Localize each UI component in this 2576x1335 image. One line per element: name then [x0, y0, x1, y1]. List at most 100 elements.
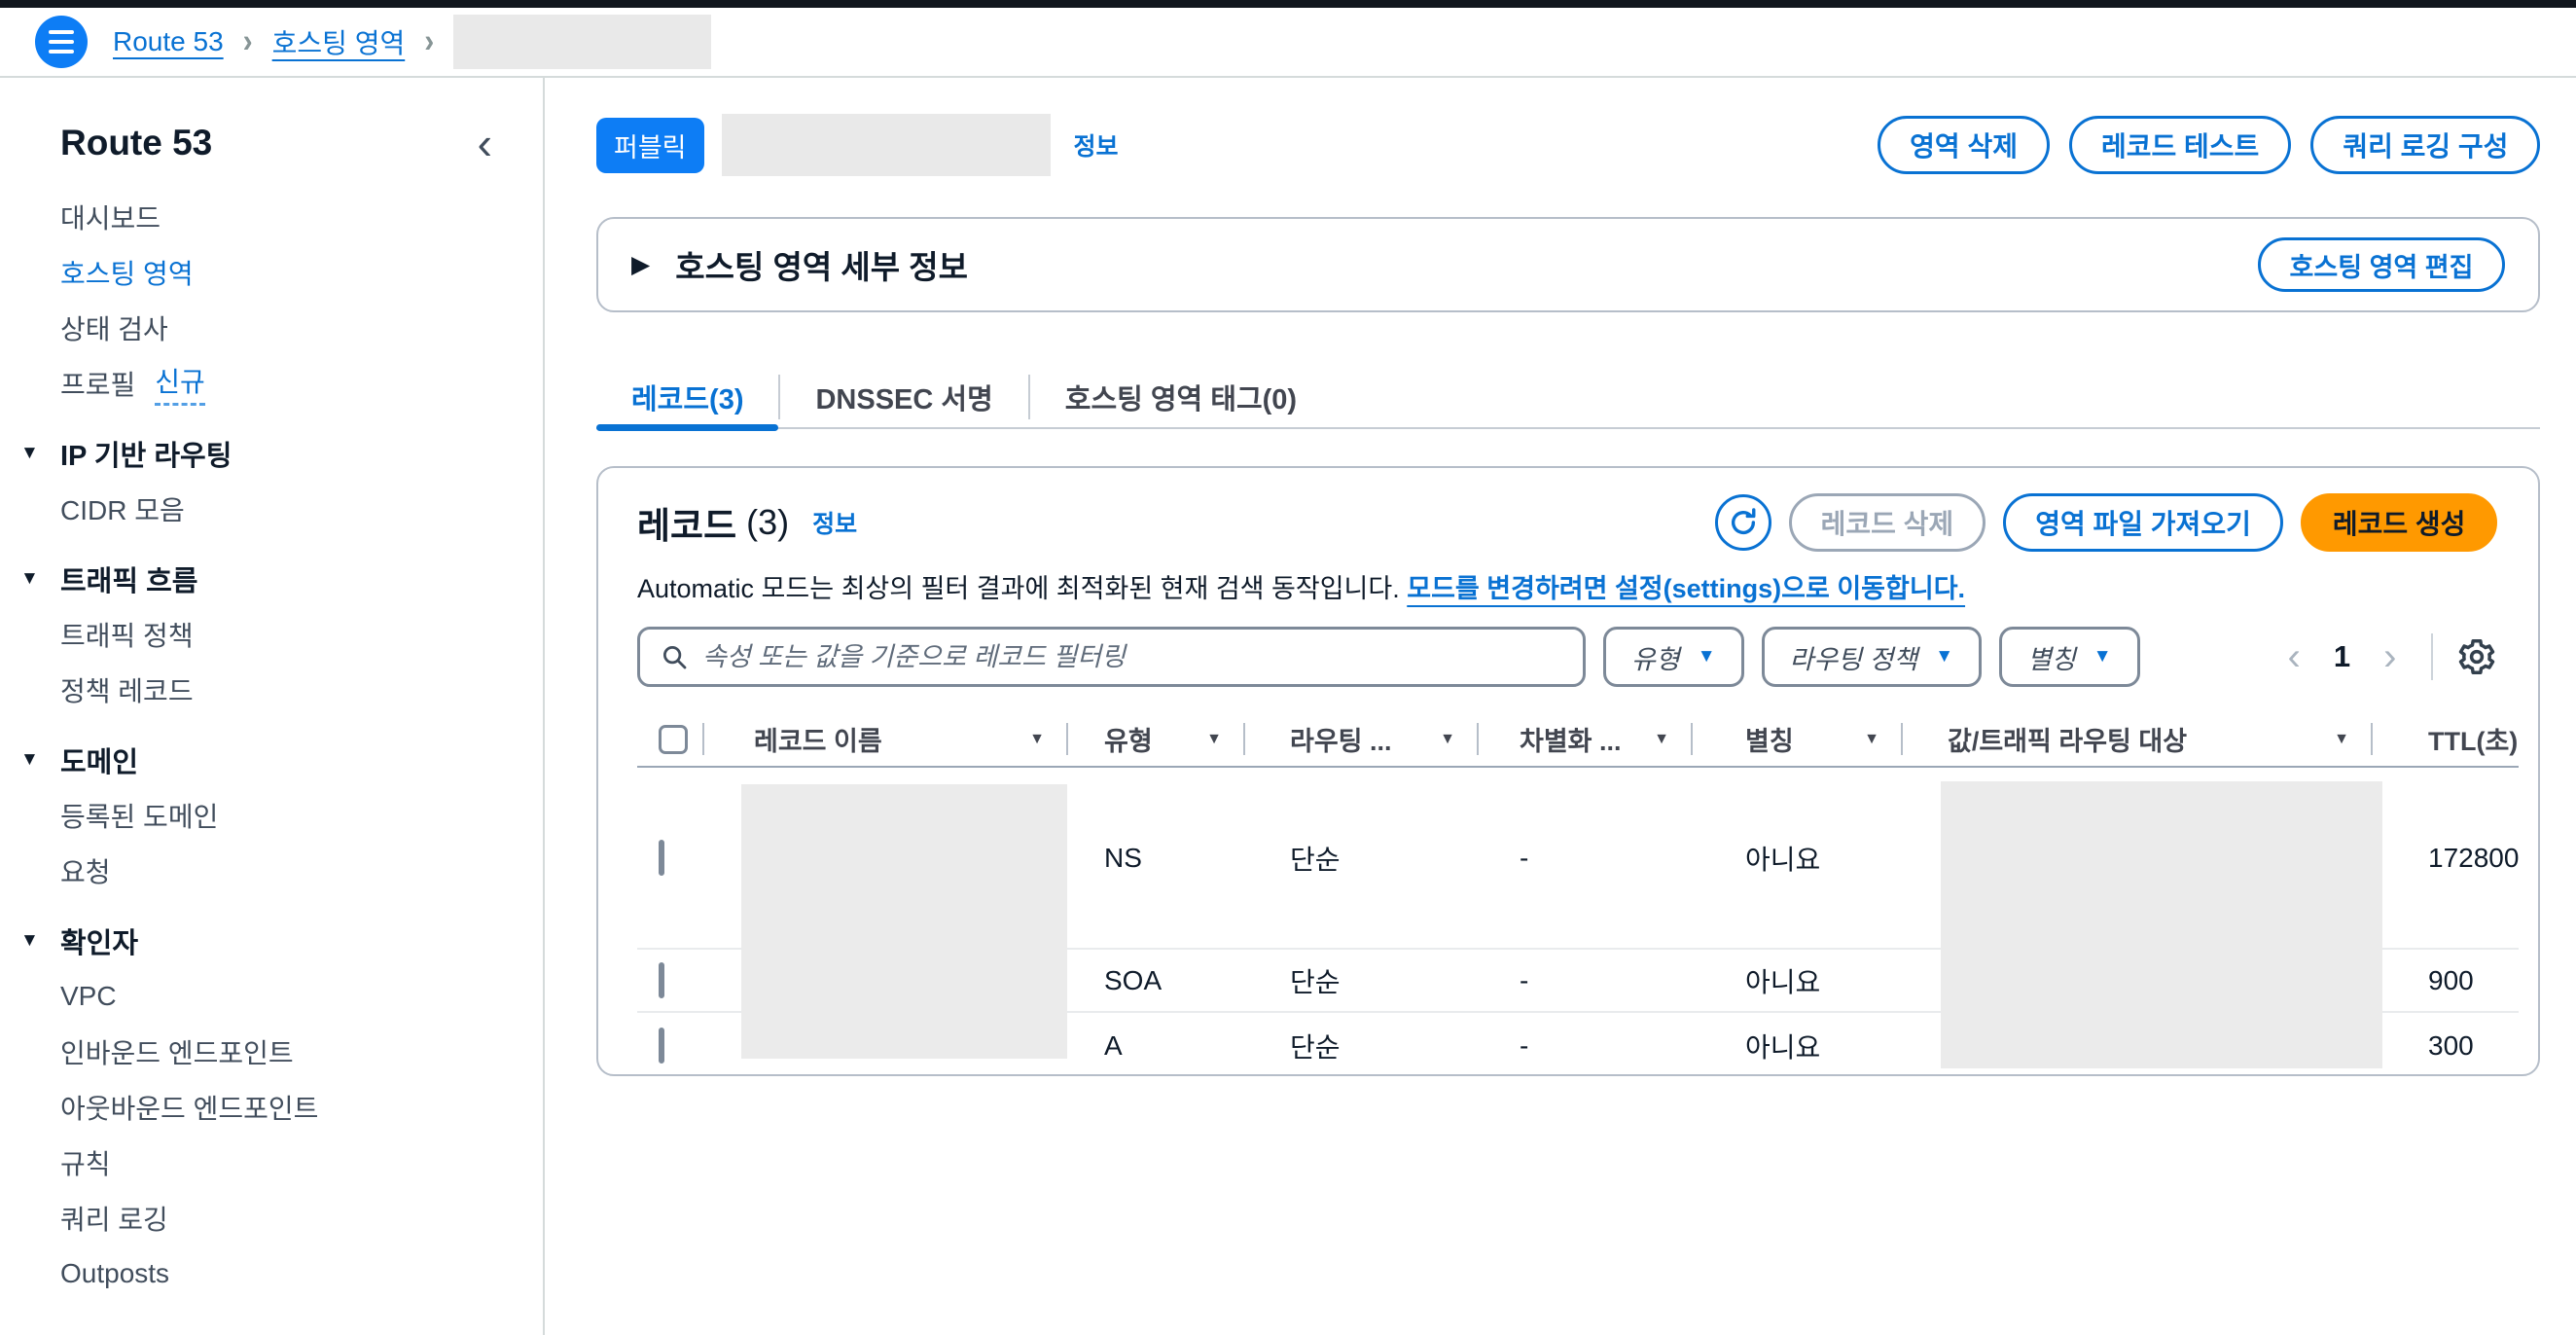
column-header-record-name[interactable]: 레코드 이름 ▼	[704, 712, 1068, 766]
select-all-checkbox[interactable]	[659, 725, 688, 754]
sidebar-item-requests[interactable]: 요청	[60, 843, 543, 898]
sidebar-item-outbound-endpoints[interactable]: 아웃바운드 엔드포인트	[60, 1079, 543, 1135]
sidebar-section-traffic-flow[interactable]: ▼ 트래픽 흐름	[60, 551, 543, 606]
sidebar-section-label: 트래픽 흐름	[60, 559, 197, 599]
sidebar-item-hosted-zones[interactable]: 호스팅 영역	[60, 244, 543, 300]
record-search-box	[637, 627, 1586, 687]
expand-triangle-icon[interactable]: ▶	[631, 250, 650, 279]
column-label: TTL(초)	[2428, 720, 2518, 758]
sidebar-item-outposts[interactable]: Outposts	[60, 1245, 543, 1301]
tab-records[interactable]: 레코드(3)	[596, 367, 778, 427]
column-label: 레코드 이름	[754, 720, 882, 758]
refresh-icon	[1727, 506, 1760, 539]
sidebar-collapse-icon[interactable]: ‹	[478, 121, 492, 165]
console-top-bar	[0, 0, 2576, 8]
sort-icon: ▼	[1029, 731, 1045, 748]
sidebar-item-traffic-policies[interactable]: 트래픽 정책	[60, 606, 543, 662]
sidebar-item-health-checks[interactable]: 상태 검사	[60, 300, 543, 355]
column-header-routing[interactable]: 라우팅 ... ▼	[1245, 712, 1479, 766]
sidebar: Route 53 ‹ 대시보드 호스팅 영역 상태 검사 프로필 신규 ▼ IP…	[0, 78, 545, 1335]
alias-cell: 아니요	[1693, 1027, 1903, 1065]
differentiator-cell: -	[1479, 1030, 1693, 1062]
alias-cell: 아니요	[1693, 839, 1903, 878]
ttl-cell: 900	[2373, 965, 2519, 996]
sidebar-item-inbound-endpoints[interactable]: 인바운드 엔드포인트	[60, 1024, 543, 1079]
column-label: 값/트래픽 라우팅 대상	[1948, 720, 2187, 758]
sidebar-item-policy-records[interactable]: 정책 레코드	[60, 662, 543, 717]
menu-icon[interactable]	[35, 16, 88, 68]
info-link[interactable]: 정보	[1074, 127, 1119, 162]
delete-record-button[interactable]: 레코드 삭제	[1789, 493, 1986, 552]
tab-hosted-zone-tags[interactable]: 호스팅 영역 태그(0)	[1030, 367, 1332, 427]
records-title: 레코드	[637, 496, 736, 549]
new-badge[interactable]: 신규	[155, 361, 205, 406]
sidebar-item-profiles[interactable]: 프로필 신규	[60, 355, 543, 411]
previous-page-icon[interactable]: ‹	[2282, 637, 2307, 676]
sidebar-item-dashboard[interactable]: 대시보드	[60, 189, 543, 244]
sidebar-section-label: 확인자	[60, 920, 138, 961]
zone-header: 퍼블릭 정보 영역 삭제 레코드 테스트 쿼리 로깅 구성	[596, 114, 2540, 176]
chevron-right-icon: ›	[243, 22, 253, 60]
divider	[2431, 633, 2433, 680]
configure-query-logging-button[interactable]: 쿼리 로깅 구성	[2310, 116, 2540, 174]
sort-icon: ▼	[2334, 731, 2349, 748]
sidebar-item-query-logging[interactable]: 쿼리 로깅	[60, 1190, 543, 1245]
test-record-button[interactable]: 레코드 테스트	[2069, 116, 2291, 174]
breadcrumb-link-hosted-zones[interactable]: 호스팅 영역	[272, 22, 406, 61]
column-header-differentiator[interactable]: 차별화 ... ▼	[1479, 712, 1693, 766]
routing-cell: 단순	[1245, 1027, 1479, 1065]
column-header-alias[interactable]: 별칭 ▼	[1693, 712, 1903, 766]
import-zone-file-button[interactable]: 영역 파일 가져오기	[2003, 493, 2283, 552]
table-header-row: 레코드 이름 ▼ 유형 ▼ 라우팅 ... ▼ 차별화 ... ▼	[637, 712, 2519, 768]
caret-down-icon: ▼	[2093, 646, 2112, 668]
sidebar-section-ip-routing[interactable]: ▼ IP 기반 라우팅	[60, 425, 543, 481]
ttl-cell: 172800	[2373, 843, 2519, 874]
hosted-zone-details-card: ▶ 호스팅 영역 세부 정보 호스팅 영역 편집	[596, 217, 2540, 312]
sidebar-item-rules[interactable]: 규칙	[60, 1135, 543, 1190]
current-page[interactable]: 1	[2334, 639, 2350, 674]
sidebar-section-resolver[interactable]: ▼ 확인자	[60, 913, 543, 968]
row-checkbox[interactable]	[659, 840, 664, 876]
caret-down-icon: ▼	[20, 930, 39, 952]
info-link[interactable]: 정보	[812, 505, 857, 540]
tab-bar: 레코드(3) DNSSEC 서명 호스팅 영역 태그(0)	[596, 367, 2540, 429]
description-text: Automatic 모드는 최상의 필터 결과에 최적화된 현재 검색 동작입니…	[637, 574, 1400, 603]
routing-policy-filter-dropdown[interactable]: 라우팅 정책 ▼	[1762, 627, 1983, 687]
edit-hosted-zone-button[interactable]: 호스팅 영역 편집	[2258, 237, 2506, 292]
search-icon	[660, 642, 689, 671]
breadcrumb-link-route53[interactable]: Route 53	[113, 26, 224, 57]
sidebar-section-label: IP 기반 라우팅	[60, 433, 232, 474]
sort-icon: ▼	[1206, 731, 1222, 748]
breadcrumb: Route 53 › 호스팅 영역 ›	[0, 8, 2576, 78]
sidebar-item-registered-domains[interactable]: 등록된 도메인	[60, 787, 543, 843]
settings-link[interactable]: 모드를 변경하려면 설정(settings)으로 이동합니다.	[1407, 574, 1965, 603]
sidebar-item-cidr-collections[interactable]: CIDR 모음	[60, 481, 543, 536]
column-header-value[interactable]: 값/트래픽 라우팅 대상 ▼	[1903, 712, 2373, 766]
refresh-button[interactable]	[1715, 494, 1771, 551]
delete-zone-button[interactable]: 영역 삭제	[1878, 116, 2050, 174]
next-page-icon[interactable]: ›	[2378, 637, 2402, 676]
differentiator-cell: -	[1479, 965, 1693, 996]
tab-dnssec-signing[interactable]: DNSSEC 서명	[780, 367, 1027, 427]
row-checkbox[interactable]	[659, 962, 664, 998]
column-label: 별칭	[1745, 720, 1794, 758]
record-type-cell: NS	[1068, 843, 1245, 874]
caret-down-icon: ▼	[20, 443, 39, 464]
sidebar-item-vpc[interactable]: VPC	[60, 968, 543, 1024]
routing-cell: 단순	[1245, 961, 1479, 1000]
alias-filter-dropdown[interactable]: 별칭 ▼	[1999, 627, 2140, 687]
type-filter-dropdown[interactable]: 유형 ▼	[1603, 627, 1744, 687]
record-filter-input[interactable]	[702, 642, 1563, 672]
details-card-title: 호스팅 영역 세부 정보	[675, 241, 968, 288]
routing-cell: 단순	[1245, 839, 1479, 878]
records-count: (3)	[746, 502, 789, 543]
sidebar-section-domains[interactable]: ▼ 도메인	[60, 732, 543, 787]
caret-down-icon: ▼	[20, 568, 39, 590]
create-record-button[interactable]: 레코드 생성	[2301, 493, 2498, 552]
chevron-right-icon: ›	[424, 22, 434, 60]
dropdown-label: 라우팅 정책	[1790, 638, 1918, 676]
row-checkbox[interactable]	[659, 1028, 664, 1064]
column-header-type[interactable]: 유형 ▼	[1068, 712, 1245, 766]
table-settings-button[interactable]	[2456, 636, 2497, 677]
column-header-ttl[interactable]: TTL(초)	[2373, 712, 2519, 766]
